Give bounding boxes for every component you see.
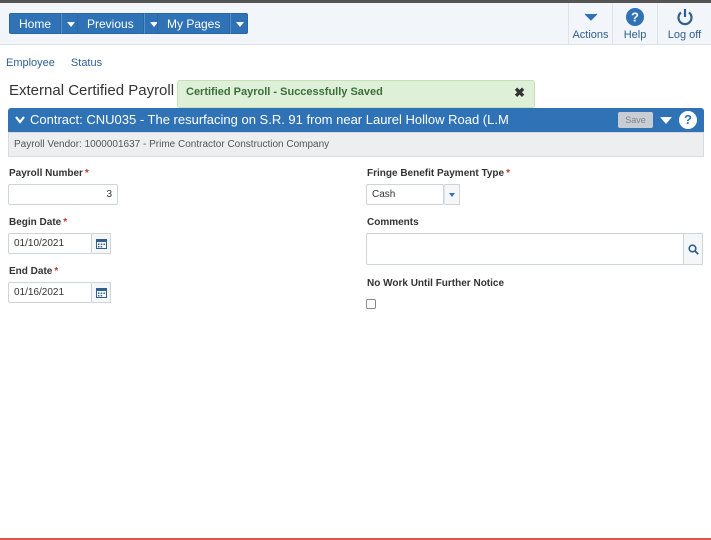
payroll-vendor-bar: Payroll Vendor: 1000001637 - Prime Contr… [8,132,704,157]
comments-input[interactable] [366,233,703,265]
payroll-number-label-text: Payroll Number [9,168,83,179]
no-work-checkbox[interactable] [366,299,376,309]
power-icon [658,7,711,27]
help-label: Help [623,29,647,41]
no-work-label: No Work Until Further Notice [367,278,505,289]
begin-date-input[interactable]: 01/10/2021 [8,233,92,254]
close-icon[interactable]: ✖ [514,85,525,101]
logoff-button[interactable]: Log off [657,3,711,45]
success-toast: Certified Payroll - Successfully Saved ✖ [177,80,535,108]
chevron-down-icon[interactable] [660,117,672,124]
my-pages-button[interactable]: My Pages [157,13,231,34]
previous-button-group: Previous [77,13,162,34]
calendar-icon[interactable] [92,233,111,254]
end-date-label-text: End Date [9,266,53,277]
fringe-benefit-select[interactable]: Cash [366,184,444,205]
help-icon[interactable]: ? [679,111,697,129]
end-date-input[interactable]: 01/16/2021 [8,282,92,303]
contract-title: Contract: CNU035 - The resurfacing on S.… [30,112,509,127]
top-toolbar: Home Previous My Pages Actions ? Help Lo… [0,3,711,45]
actions-menu-button[interactable]: Actions [568,3,612,45]
required-marker: * [63,217,68,228]
contract-header: Contract: CNU035 - The resurfacing on S.… [8,108,704,132]
actions-label: Actions [572,29,609,41]
required-marker: * [54,266,59,277]
save-button[interactable]: Save [618,112,653,128]
end-date-label: End Date * [9,266,58,277]
payroll-number-input[interactable]: 3 [8,184,118,205]
search-icon[interactable] [683,233,703,265]
fringe-benefit-label: Fringe Benefit Payment Type * [367,168,510,179]
comments-label: Comments [367,217,419,228]
payroll-number-label: Payroll Number * [9,168,89,179]
page-title: External Certified Payroll [9,82,175,99]
logoff-label: Log off [667,29,702,41]
employee-link[interactable]: Employee [6,57,55,69]
home-button[interactable]: Home [9,13,62,34]
begin-date-label: Begin Date * [9,217,67,228]
right-tools: Actions ? Help Log off [568,3,711,45]
my-pages-dropdown-caret-icon[interactable] [230,13,249,34]
help-icon: ? [613,7,657,27]
fringe-benefit-label-text: Fringe Benefit Payment Type [367,168,505,179]
previous-button[interactable]: Previous [77,13,144,34]
my-pages-button-group: My Pages [157,13,249,34]
help-button[interactable]: ? Help [612,3,657,45]
svg-text:?: ? [631,10,639,25]
chevron-down-icon [569,7,612,27]
required-marker: * [84,168,89,179]
select-caret-icon[interactable] [444,184,460,205]
calendar-icon[interactable] [92,282,111,303]
sub-navigation: Employee Status [6,57,102,69]
home-button-group: Home [9,13,80,34]
required-marker: * [506,168,510,179]
begin-date-label-text: Begin Date [9,217,62,228]
status-link[interactable]: Status [71,57,102,69]
toast-message: Certified Payroll - Successfully Saved [186,86,383,98]
